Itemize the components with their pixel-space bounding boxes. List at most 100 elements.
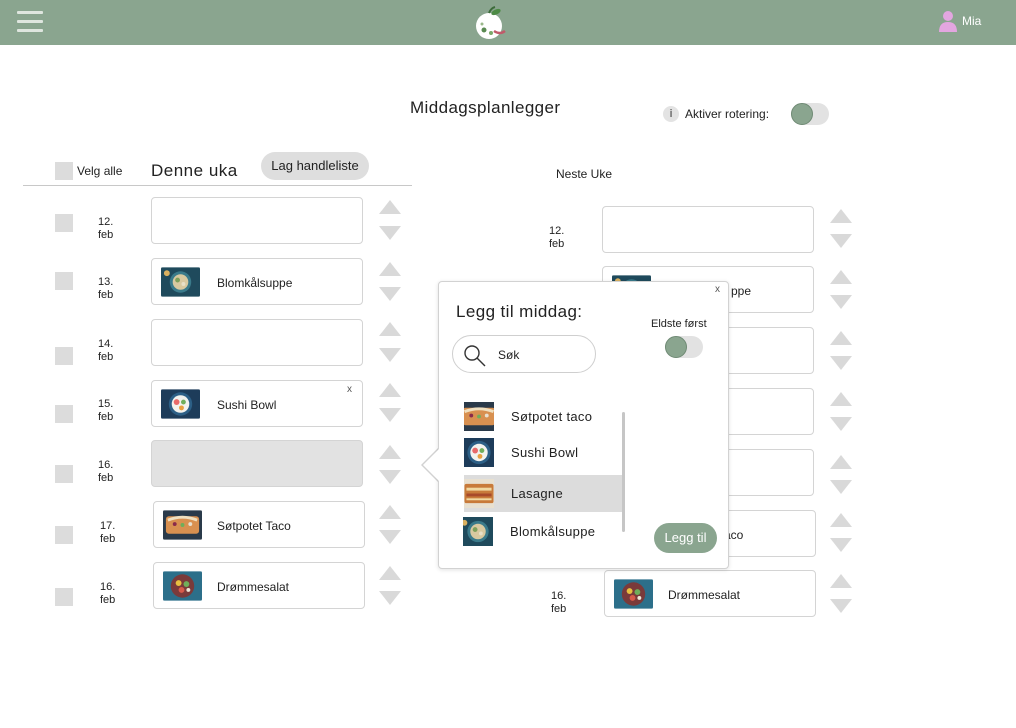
dish-list-item[interactable]: Sushi Bowl	[464, 434, 624, 471]
row-checkbox[interactable]	[55, 526, 73, 544]
date-label: 16. feb	[551, 590, 566, 616]
date-label: 14. feb	[98, 338, 113, 364]
triangle-up-icon[interactable]	[379, 262, 401, 276]
triangle-down-icon[interactable]	[379, 287, 401, 301]
search-field[interactable]	[452, 335, 596, 373]
dish-name: Lasagne	[511, 486, 563, 501]
triangle-up-icon[interactable]	[379, 566, 401, 580]
date-day: 13.	[98, 276, 114, 288]
triangle-up-icon[interactable]	[379, 445, 401, 459]
triangle-down-icon[interactable]	[379, 470, 401, 484]
date-month: feb	[98, 472, 114, 484]
hamburger-icon[interactable]	[17, 10, 43, 34]
row-checkbox[interactable]	[55, 465, 73, 483]
search-icon	[464, 345, 486, 367]
remove-dish-button[interactable]: x	[347, 384, 352, 395]
row-checkbox[interactable]	[55, 347, 73, 365]
rotation-label: Aktiver rotering:	[685, 107, 770, 121]
triangle-up-icon[interactable]	[830, 574, 852, 588]
popup-pointer-fill	[423, 448, 440, 482]
date-day: 12.	[98, 216, 114, 228]
dinner-slot[interactable]	[602, 206, 814, 253]
dish-thumbnail	[464, 438, 494, 467]
triangle-up-icon[interactable]	[830, 331, 852, 345]
triangle-down-icon[interactable]	[830, 538, 852, 552]
dish-thumbnail	[163, 510, 202, 540]
dish-name: Sushi Bowl	[217, 398, 277, 412]
row-checkbox[interactable]	[55, 272, 73, 290]
user-menu[interactable]: Mia	[938, 10, 981, 32]
dish-thumbnail	[614, 579, 653, 609]
triangle-up-icon[interactable]	[379, 322, 401, 336]
triangle-up-icon[interactable]	[379, 383, 401, 397]
dish-thumbnail	[464, 402, 494, 431]
row-checkbox[interactable]	[55, 588, 73, 606]
oldest-first-label: Eldste først	[651, 318, 707, 330]
date-month: feb	[98, 411, 114, 423]
dinner-slot[interactable]	[151, 319, 363, 366]
dish-list-item[interactable]: Blomkålsuppe	[463, 513, 623, 550]
dish-name: Søtpotet Taco	[217, 519, 291, 533]
info-icon[interactable]: i	[663, 106, 679, 122]
triangle-up-icon[interactable]	[830, 392, 852, 406]
dinner-slot[interactable]: Sushi Bowl x	[151, 380, 363, 427]
triangle-down-icon[interactable]	[830, 417, 852, 431]
date-month: feb	[100, 533, 116, 545]
triangle-down-icon[interactable]	[830, 234, 852, 248]
triangle-up-icon[interactable]	[830, 270, 852, 284]
date-day: 16.	[551, 590, 567, 602]
select-all-checkbox[interactable]	[55, 162, 73, 180]
search-input[interactable]	[498, 347, 588, 363]
triangle-down-icon[interactable]	[830, 356, 852, 370]
dinner-slot-active[interactable]	[151, 440, 363, 487]
this-week-title: Denne uka	[151, 161, 238, 180]
triangle-up-icon[interactable]	[830, 455, 852, 469]
dinner-slot[interactable]: Blomkålsuppe	[151, 258, 363, 305]
dish-name: ppe	[731, 284, 752, 298]
date-label: 17. feb	[100, 520, 115, 546]
row-checkbox[interactable]	[55, 214, 73, 232]
triangle-up-icon[interactable]	[379, 505, 401, 519]
dinner-slot[interactable]: Drømmesalat	[604, 570, 816, 617]
apple-logo	[472, 5, 508, 41]
date-day: 16.	[100, 581, 116, 593]
triangle-up-icon[interactable]	[379, 200, 401, 214]
row-checkbox[interactable]	[55, 405, 73, 423]
triangle-down-icon[interactable]	[379, 530, 401, 544]
triangle-up-icon[interactable]	[830, 513, 852, 527]
date-label: 16. feb	[98, 459, 113, 485]
divider	[23, 185, 412, 186]
date-label: 16. feb	[100, 581, 115, 607]
dinner-slot[interactable]	[151, 197, 363, 244]
triangle-down-icon[interactable]	[379, 348, 401, 362]
rotation-toggle[interactable]	[791, 103, 829, 125]
dish-thumbnail	[161, 267, 200, 297]
date-month: feb	[98, 229, 114, 241]
list-scrollbar[interactable]	[622, 412, 625, 532]
date-day: 16.	[98, 459, 114, 471]
triangle-down-icon[interactable]	[379, 408, 401, 422]
date-label: 12. feb	[549, 225, 564, 251]
dish-list-item[interactable]: Søtpotet taco	[464, 398, 624, 435]
triangle-down-icon[interactable]	[830, 295, 852, 309]
date-month: feb	[551, 603, 567, 615]
triangle-down-icon[interactable]	[830, 480, 852, 494]
dish-name: Sushi Bowl	[511, 445, 579, 460]
triangle-down-icon[interactable]	[379, 226, 401, 240]
date-label: 13. feb	[98, 276, 113, 302]
shopping-list-button[interactable]: Lag handleliste	[261, 152, 369, 180]
triangle-up-icon[interactable]	[830, 209, 852, 223]
page-title: Middagsplanlegger	[410, 98, 561, 117]
oldest-first-toggle[interactable]	[665, 336, 703, 358]
dinner-slot[interactable]: Drømmesalat	[153, 562, 365, 609]
close-button[interactable]: x	[715, 284, 720, 295]
top-bar: Mia	[0, 0, 1016, 45]
add-dinner-popup: Legg til middag: x Eldste først Søtpotet…	[438, 281, 729, 569]
triangle-down-icon[interactable]	[830, 599, 852, 613]
toggle-knob	[665, 336, 687, 358]
dinner-slot[interactable]: Søtpotet Taco	[153, 501, 365, 548]
dish-list-item-selected[interactable]: Lasagne	[464, 475, 624, 512]
date-label: 12. feb	[98, 216, 113, 242]
add-button[interactable]: Legg til	[654, 523, 717, 553]
triangle-down-icon[interactable]	[379, 591, 401, 605]
